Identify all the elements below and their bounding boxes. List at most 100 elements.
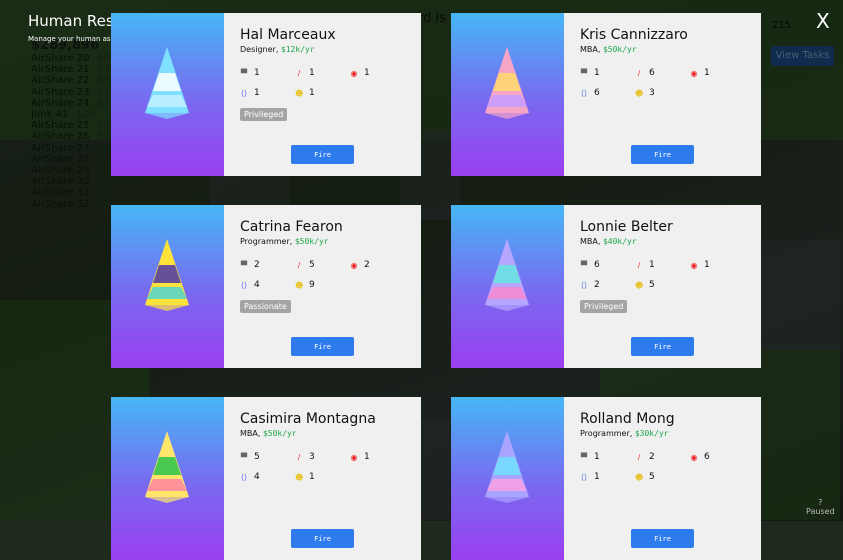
stat-value: 2 [649, 452, 655, 462]
employee-avatar [451, 205, 564, 368]
fire-button[interactable]: Fire [291, 529, 354, 548]
employee-name: Rolland Mong [580, 411, 675, 427]
code-icon: ⟨⟩ [240, 472, 248, 482]
code-icon: ⟨⟩ [580, 88, 588, 98]
stat-value: 1 [704, 260, 710, 270]
pause-status[interactable]: ? Paused [806, 498, 835, 516]
employee-role: MBA, $50k/yr [240, 429, 297, 438]
employee-avatar-icon [145, 431, 189, 503]
stat-value: 6 [649, 68, 655, 78]
employee-role: Programmer, $50k/yr [240, 237, 329, 246]
employee-avatar [451, 13, 564, 176]
stat-value: 1 [254, 88, 260, 98]
employee-role: Designer, $12k/yr [240, 45, 315, 54]
stat-value: 4 [254, 280, 260, 290]
stat-value: 5 [254, 452, 260, 462]
code-icon: ⟨⟩ [240, 88, 248, 98]
employee-avatar [111, 397, 224, 560]
employee-stats: ▀ 1 / 1 ◉ 1 ⟨⟩ 1 ☻ 1 [240, 68, 413, 98]
stat-value: 5 [649, 472, 655, 482]
stat-value: 3 [649, 88, 655, 98]
employee-avatar-icon [145, 239, 189, 311]
employee-avatar [111, 13, 224, 176]
help-icon[interactable]: ? [806, 498, 835, 507]
employee-avatar-icon [145, 47, 189, 119]
cog-icon: ▀ [580, 452, 588, 462]
employee-avatar [451, 397, 564, 560]
employee-card: Rolland Mong Programmer, $30k/yr ▀ 1 / 2 ◉… [451, 397, 761, 560]
employee-salary: $50k/yr [262, 429, 297, 438]
smiley-icon: ☻ [635, 280, 644, 290]
employee-card: Catrina Fearon Programmer, $50k/yr ▀ 2 / 5… [111, 205, 421, 368]
employee-role: MBA, $40k/yr [580, 237, 637, 246]
stat-value: 9 [309, 280, 315, 290]
smiley-icon: ☻ [295, 472, 304, 482]
employee-stats: ▀ 1 / 2 ◉ 6 ⟨⟩ 1 ☻ 5 [580, 452, 753, 482]
cog-icon: ▀ [240, 452, 248, 462]
stat-value: 1 [364, 68, 370, 78]
target-icon: ◉ [350, 452, 358, 462]
stat-value: 5 [649, 280, 655, 290]
stat-value: 1 [364, 452, 370, 462]
employee-stats: ▀ 1 / 6 ◉ 1 ⟨⟩ 6 ☻ 3 [580, 68, 753, 98]
stat-value: 1 [309, 68, 315, 78]
employee-salary: $30k/yr [634, 429, 669, 438]
smiley-icon: ☻ [635, 88, 644, 98]
employee-salary: $40k/yr [602, 237, 637, 246]
employee-avatar-icon [485, 431, 529, 503]
stat-value: 1 [649, 260, 655, 270]
employee-card: Lonnie Belter MBA, $40k/yr ▀ 6 / 1 ◉ 1 ⟨⟩ 2 … [451, 205, 761, 368]
stat-value: 6 [594, 260, 600, 270]
employee-name: Lonnie Belter [580, 219, 673, 235]
code-icon: ⟨⟩ [580, 280, 588, 290]
fire-button[interactable]: Fire [291, 145, 354, 164]
pen-icon: / [637, 452, 641, 462]
smiley-icon: ☻ [295, 280, 304, 290]
target-icon: ◉ [690, 68, 698, 78]
employee-salary: $12k/yr [280, 45, 315, 54]
fire-button[interactable]: Fire [631, 529, 694, 548]
employee-avatar-icon [485, 47, 529, 119]
smiley-icon: ☻ [295, 88, 304, 98]
employee-role: MBA, $50k/yr [580, 45, 637, 54]
fire-button[interactable]: Fire [291, 337, 354, 356]
employee-card: Casimira Montagna MBA, $50k/yr ▀ 5 / 3 ◉ 1 … [111, 397, 421, 560]
stat-value: 2 [254, 260, 260, 270]
employee-stats: ▀ 5 / 3 ◉ 1 ⟨⟩ 4 ☻ 1 [240, 452, 413, 482]
stat-value: 2 [364, 260, 370, 270]
stat-value: 6 [704, 452, 710, 462]
employee-avatar-icon [485, 239, 529, 311]
pen-icon: / [297, 260, 301, 270]
fire-button[interactable]: Fire [631, 337, 694, 356]
target-icon: ◉ [350, 260, 358, 270]
cog-icon: ▀ [580, 260, 588, 270]
stat-value: 2 [594, 280, 600, 290]
employee-name: Kris Cannizzaro [580, 27, 688, 43]
stat-value: 1 [309, 88, 315, 98]
stat-value: 1 [594, 68, 600, 78]
stat-value: 1 [309, 472, 315, 482]
employee-stats: ▀ 2 / 5 ◉ 2 ⟨⟩ 4 ☻ 9 [240, 260, 413, 290]
smiley-icon: ☻ [635, 472, 644, 482]
employee-name: Hal Marceaux [240, 27, 336, 43]
stat-value: 5 [309, 260, 315, 270]
close-button[interactable]: X [816, 9, 830, 33]
target-icon: ◉ [350, 68, 358, 78]
code-icon: ⟨⟩ [580, 472, 588, 482]
employee-salary: $50k/yr [294, 237, 329, 246]
paused-label: Paused [806, 507, 835, 516]
pen-icon: / [297, 68, 301, 78]
stat-value: 1 [254, 68, 260, 78]
stat-value: 6 [594, 88, 600, 98]
fire-button[interactable]: Fire [631, 145, 694, 164]
pen-icon: / [637, 260, 641, 270]
employee-name: Casimira Montagna [240, 411, 376, 427]
employee-role: Programmer, $30k/yr [580, 429, 669, 438]
stat-value: 4 [254, 472, 260, 482]
target-icon: ◉ [690, 452, 698, 462]
employee-card: Hal Marceaux Designer, $12k/yr ▀ 1 / 1 ◉ 1 … [111, 13, 421, 176]
pen-icon: / [637, 68, 641, 78]
stat-value: 1 [594, 452, 600, 462]
cog-icon: ▀ [580, 68, 588, 78]
target-icon: ◉ [690, 260, 698, 270]
